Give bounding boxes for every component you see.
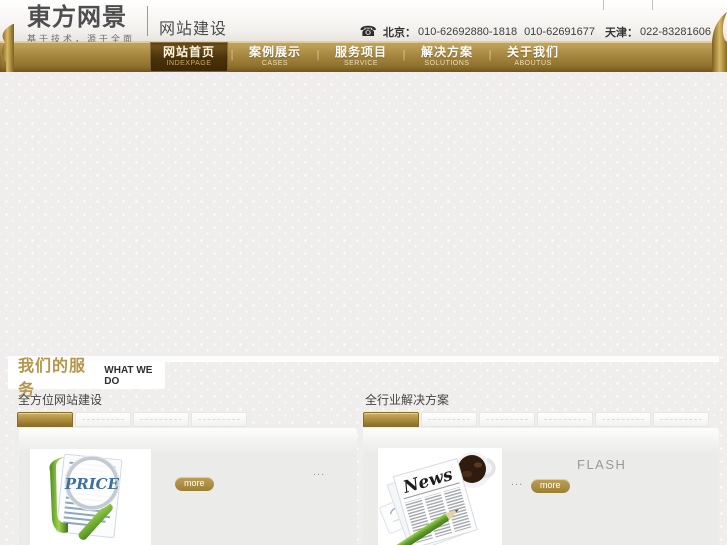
right-category-tab-2[interactable] xyxy=(421,412,477,427)
price-magnifier-illustration: PRICE xyxy=(49,453,123,540)
phone-icon: ☎ xyxy=(359,23,377,39)
nav-item-service[interactable]: 服务项目 SERVICE xyxy=(322,42,400,72)
nav-item-label: 关于我们 xyxy=(506,45,559,59)
nav-item-cases[interactable]: 案例展示 CASES xyxy=(236,42,314,72)
right-category-tab-1[interactable] xyxy=(363,412,419,427)
ellipsis-left: ... xyxy=(313,466,326,478)
phone-beijing-number-2: 010-62691677 xyxy=(524,25,596,38)
logo-divider xyxy=(147,6,149,36)
flash-banner-placeholder xyxy=(0,72,727,356)
services-title-en: WHAT WE DO xyxy=(104,364,153,387)
nav-separator: | xyxy=(488,49,492,61)
left-category-tab-4[interactable] xyxy=(191,412,247,427)
price-text: PRICE xyxy=(64,475,120,493)
news-coffee-thumbnail[interactable]: News xyxy=(378,448,502,545)
site-title: 网站建设 xyxy=(159,21,228,38)
services-heading: 我们的服务 WHAT WE DO xyxy=(8,358,165,399)
header: 東方网景 基于技术，源于全面 网站建设 ☎ 北京： 010-62692880-1… xyxy=(0,0,727,45)
nav-item-aboutus[interactable]: 关于我们 ABOUTUS xyxy=(494,42,572,72)
nav-item-label: 网站首页 xyxy=(162,45,215,59)
left-column-title: 全方位网站建设 xyxy=(18,393,103,407)
more-button-right[interactable]: more xyxy=(531,479,570,493)
left-category-tab-2[interactable] xyxy=(75,412,131,427)
phone-tianjin-number: 022-83281606 xyxy=(640,25,711,38)
right-category-tab-3[interactable] xyxy=(479,412,535,427)
price-list-thumbnail[interactable]: PRICE xyxy=(30,449,151,545)
phone-beijing-label: 北京： xyxy=(382,26,416,39)
nav-item-sublabel: SERVICE xyxy=(343,60,379,67)
website-building-panel: PRICE more ... xyxy=(19,428,357,545)
nav-item-sublabel: INDEXPAGE xyxy=(166,60,212,67)
right-category-tab-5[interactable] xyxy=(595,412,651,427)
top-separator-tick xyxy=(603,0,604,10)
gold-ribbon-curl-right xyxy=(712,12,727,72)
logo[interactable]: 東方网景 xyxy=(27,5,135,30)
nav-item-sublabel: SOLUTIONS xyxy=(424,60,470,67)
nav-item-indexpage[interactable]: 网站首页 INDEXPAGE xyxy=(150,42,228,72)
nav-separator: | xyxy=(230,49,234,61)
nav-item-sublabel: CASES xyxy=(261,60,289,67)
left-category-tab-3[interactable] xyxy=(133,412,189,427)
right-column-title: 全行业解决方案 xyxy=(365,393,450,407)
right-category-tab-6[interactable] xyxy=(653,412,709,427)
page: 東方网景 基于技术，源于全面 网站建设 ☎ 北京： 010-62692880-1… xyxy=(0,0,727,545)
ellipsis-right: ... xyxy=(511,476,524,488)
top-separator-tick xyxy=(652,0,653,10)
nav-item-label: 案例展示 xyxy=(248,45,301,59)
right-category-tab-4[interactable] xyxy=(537,412,593,427)
newspaper-coffee-illustration: News xyxy=(379,452,496,545)
gold-ribbon-curl-left xyxy=(2,24,14,72)
more-button-left[interactable]: more xyxy=(175,477,214,491)
nav-item-label: 服务项目 xyxy=(334,45,387,59)
contact-phones: ☎ 北京： 010-62692880-1818 010-62691677 天津：… xyxy=(360,23,711,40)
main-nav: 网站首页 INDEXPAGE | 案例展示 CASES | 服务项目 SERVICE | 解决方案… xyxy=(0,42,727,72)
phone-tianjin-label: 天津： xyxy=(605,26,639,39)
nav-item-solutions[interactable]: 解决方案 SOLUTIONS xyxy=(408,42,486,72)
solutions-panel: News ... more FLASH xyxy=(363,428,719,545)
nav-separator: | xyxy=(316,49,320,61)
nav-item-label: 解决方案 xyxy=(420,45,473,59)
flash-placeholder-label: FLASH xyxy=(577,457,627,472)
nav-item-sublabel: ABOUTUS xyxy=(514,60,552,67)
left-category-tab-1[interactable] xyxy=(17,412,73,427)
logo-block: 東方网景 基于技术，源于全面 网站建设 xyxy=(27,5,227,45)
phone-beijing-number-1: 010-62692880-1818 xyxy=(417,25,518,38)
nav-separator: | xyxy=(402,49,406,61)
